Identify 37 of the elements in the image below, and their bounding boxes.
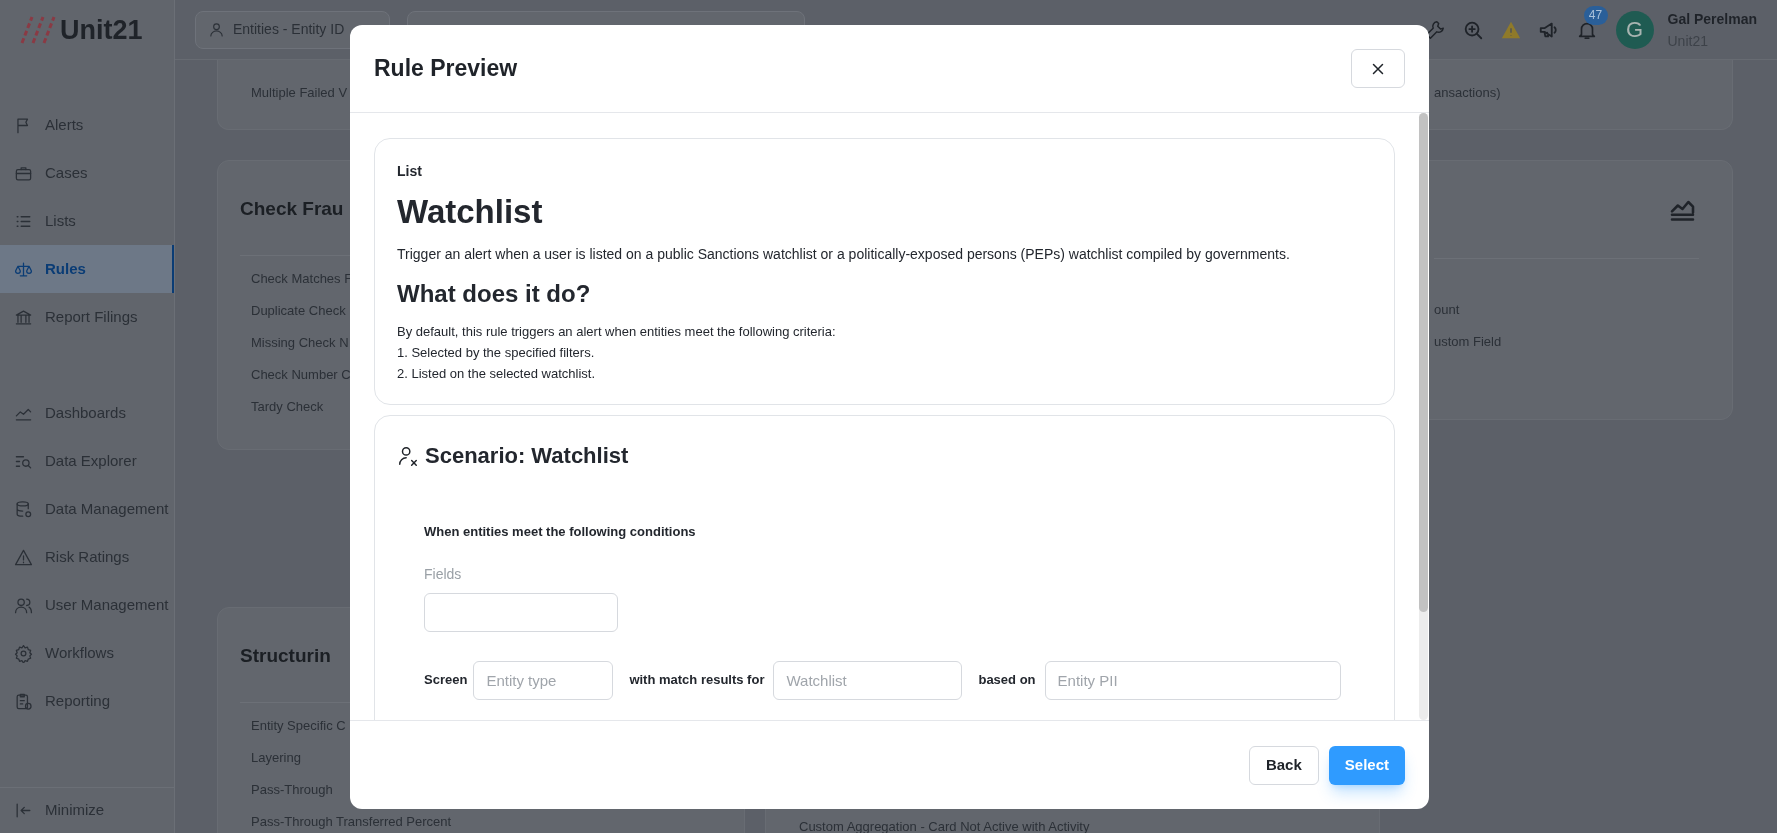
close-button[interactable] [1351, 49, 1405, 88]
user-avatar[interactable]: G [1615, 10, 1654, 49]
user-name: Gal Perelman [1667, 9, 1757, 29]
description-line: 2. Listed on the selected watchlist. [397, 365, 596, 383]
scenario-title: Scenario: Watchlist [425, 442, 629, 470]
user-icon [208, 21, 225, 38]
dropdown-field[interactable]: Entity PII [1044, 660, 1341, 700]
back-button[interactable]: Back [1248, 745, 1319, 785]
condition-label: Screen [424, 671, 468, 690]
dropdown-field[interactable]: Watchlist [773, 660, 963, 700]
card-title: Check Frau [240, 197, 344, 221]
dialog-title: Rule Preview [374, 54, 518, 84]
clipboard-icon [14, 691, 33, 711]
select-button[interactable]: Select [1328, 745, 1405, 785]
rule-name: Watchlist [397, 192, 544, 232]
fields-input[interactable] [424, 592, 618, 632]
logo-text: Unit21 [60, 13, 143, 47]
field-label: Fields [424, 564, 463, 584]
section-heading: What does it do? [397, 279, 592, 309]
condition-label: based on [978, 671, 1036, 690]
description-line: 1. Selected by the specified filters. [397, 344, 596, 362]
description-line: By default, this rule triggers an alert when entities meet the following criteria: [397, 323, 837, 341]
logo-icon [20, 15, 56, 45]
warning-icon [14, 547, 33, 567]
conditions-label: When entities meet the following conditions [424, 523, 697, 541]
gear-icon [14, 643, 33, 663]
card-title: Structurin [240, 644, 331, 668]
scrollbar[interactable] [1419, 113, 1428, 720]
database-icon [14, 499, 33, 519]
user-x-icon [397, 444, 419, 467]
category-label: List [397, 162, 423, 181]
condition-label: with match results for [629, 671, 765, 690]
rule-summary: Trigger an alert when a user is listed on a public Sanctions watchlist or a politically-exposed persons (PEPs) watchlist compiled by governments. [397, 245, 1291, 264]
dropdown-field[interactable]: Entity type [473, 660, 614, 700]
collapse-icon [14, 801, 33, 820]
sidebar-item[interactable]: Rules [0, 245, 174, 293]
notification-badge: 47 [1583, 5, 1608, 25]
